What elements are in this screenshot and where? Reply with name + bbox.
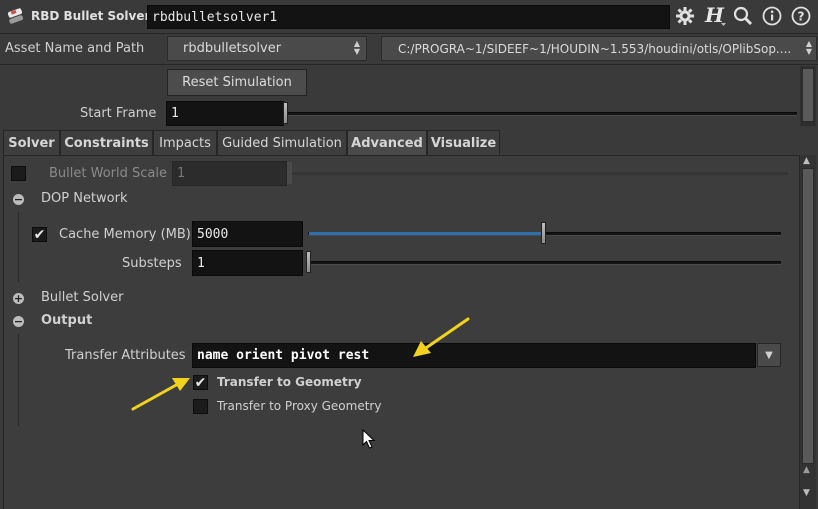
reset-simulation-label: Reset Simulation — [182, 75, 292, 90]
start-frame-label: Start Frame — [80, 106, 157, 121]
header-divider — [0, 33, 818, 34]
node-type-label: RBD Bullet Solver — [31, 9, 151, 23]
collapse-icon[interactable]: − — [13, 316, 24, 327]
world-scale-toggle[interactable] — [11, 166, 26, 181]
asset-path-value: C:/PROGRA~1/SIDEEF~1/HOUDIN~1.553/houdin… — [398, 41, 792, 56]
search-icon[interactable] — [733, 6, 753, 26]
start-frame-slider-handle[interactable] — [283, 102, 288, 124]
updown-arrows-icon: ▲ ▼ — [805, 39, 812, 56]
collapse-icon[interactable]: − — [13, 194, 24, 205]
cache-memory-field[interactable]: 5000 — [192, 221, 303, 247]
cache-memory-slider-fill — [309, 232, 543, 235]
annotation-arrow-attributes — [413, 317, 470, 357]
substeps-field[interactable]: 1 — [192, 250, 303, 276]
panel-scrollbar[interactable]: ▲ ▲ ▼ — [800, 155, 816, 509]
world-scale-label: Bullet World Scale — [49, 166, 167, 181]
tab-advanced[interactable]: Advanced — [347, 130, 427, 156]
node-type-icon — [6, 7, 26, 27]
substeps-slider-track[interactable] — [308, 261, 781, 265]
tab-impacts[interactable]: Impacts — [153, 130, 217, 155]
asset-label: Asset Name and Path — [5, 41, 145, 56]
transfer-to-proxy-label: Transfer to Proxy Geometry — [217, 399, 382, 413]
panel-scrollbar-thumb[interactable] — [802, 168, 814, 464]
asset-name-dropdown[interactable]: rbdbulletsolver ▲ ▼ — [167, 36, 367, 61]
transfer-attributes-menu-button[interactable]: ▼ — [757, 343, 781, 367]
world-scale-slider-track — [291, 172, 788, 175]
substeps-slider-handle[interactable] — [306, 251, 311, 273]
transfer-attributes-label: Transfer Attributes — [65, 348, 186, 363]
asset-path-dropdown[interactable]: C:/PROGRA~1/SIDEEF~1/HOUDIN~1.553/houdin… — [381, 36, 817, 61]
scroll-up-icon[interactable]: ▲ — [803, 156, 810, 166]
world-scale-field: 1 — [172, 161, 287, 186]
advanced-tab-panel — [3, 155, 800, 509]
transfer-to-geometry-label: Transfer to Geometry — [217, 375, 362, 389]
scroll-down-icon[interactable]: ▼ — [803, 488, 810, 498]
separator — [0, 64, 818, 65]
gear-icon[interactable] — [675, 6, 695, 26]
outer-scrollbar-thumb[interactable] — [802, 68, 814, 122]
dop-network-border — [18, 212, 19, 282]
cache-memory-label: Cache Memory (MB) — [59, 227, 191, 242]
asset-name-value: rbdbulletsolver — [183, 41, 282, 56]
bullet-solver-label[interactable]: Bullet Solver — [41, 290, 123, 305]
updown-arrows-icon: ▲ ▼ — [353, 39, 360, 56]
info-icon[interactable] — [762, 6, 782, 26]
outer-scrollbar[interactable] — [800, 66, 816, 126]
scroll-grip-icon: ▲ — [803, 465, 810, 475]
cache-memory-toggle[interactable]: ✔ — [32, 227, 47, 243]
tab-visualize[interactable]: Visualize — [427, 130, 500, 155]
dop-network-label[interactable]: DOP Network — [41, 191, 128, 206]
expand-icon[interactable]: + — [13, 293, 24, 304]
help-icon[interactable]: ? — [791, 6, 811, 26]
houdini-help-icon[interactable]: H — [703, 3, 727, 27]
tab-constraints[interactable]: Constraints — [60, 130, 153, 155]
substeps-label: Substeps — [122, 256, 182, 271]
cache-memory-slider-handle[interactable] — [541, 222, 546, 244]
annotation-arrow-transfer — [131, 378, 190, 411]
start-frame-field[interactable]: 1 — [166, 101, 284, 126]
start-frame-slider-track[interactable] — [288, 112, 797, 116]
mouse-cursor-icon — [362, 429, 376, 449]
node-name-field[interactable]: rbdbulletsolver1 — [147, 5, 670, 29]
output-border — [18, 334, 19, 426]
tab-guided-simulation[interactable]: Guided Simulation — [217, 130, 347, 155]
tab-solver[interactable]: Solver — [3, 130, 60, 155]
world-scale-slider-handle — [287, 162, 292, 184]
reset-simulation-button[interactable]: Reset Simulation — [167, 69, 307, 96]
output-label[interactable]: Output — [41, 313, 92, 328]
svg-text:?: ? — [798, 10, 805, 24]
chevron-down-icon: ▼ — [765, 349, 773, 361]
